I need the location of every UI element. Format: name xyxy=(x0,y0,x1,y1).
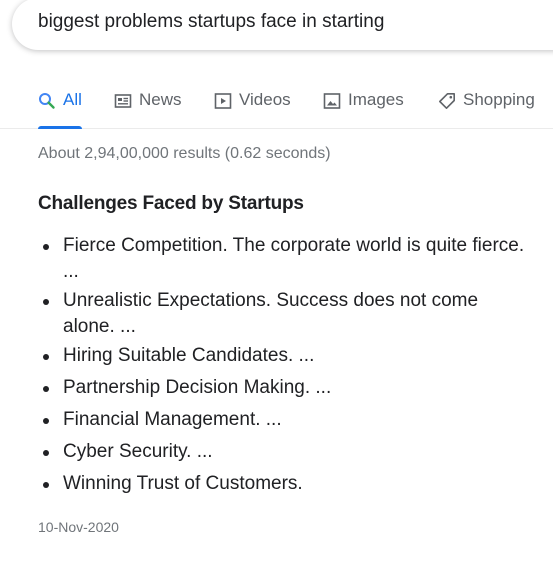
snippet-list: Fierce Competition. The corporate world … xyxy=(40,230,553,500)
list-item-text: Partnership Decision Making. ... xyxy=(63,377,332,398)
list-item-text: Winning Trust of Customers. xyxy=(63,473,303,494)
list-item-text: Fierce Competition. The corporate world … xyxy=(63,235,525,256)
tab-label: Shopping xyxy=(463,90,535,109)
image-icon xyxy=(323,92,341,110)
search-input[interactable]: biggest problems startups face in starti… xyxy=(38,11,384,33)
snippet-date: 10-Nov-2020 xyxy=(38,519,119,535)
search-results-page: biggest problems startups face in starti… xyxy=(0,0,553,569)
tab-label: All xyxy=(63,90,82,109)
list-item-text: Cyber Security. ... xyxy=(63,441,213,462)
tab-images[interactable]: Images xyxy=(323,90,404,128)
tab-news[interactable]: News xyxy=(114,90,182,128)
tab-label: News xyxy=(139,90,182,109)
tab-shopping[interactable]: Shopping xyxy=(438,90,535,128)
list-item-text: Unrealistic Expectations. Success does n… xyxy=(63,290,479,311)
list-item-text: Hiring Suitable Candidates. ... xyxy=(63,345,315,366)
video-icon xyxy=(214,92,232,110)
tab-all[interactable]: All xyxy=(38,90,82,129)
list-item: Fierce Competition. The corporate world … xyxy=(40,230,553,285)
list-item: Unrealistic Expectations. Success does n… xyxy=(40,285,553,340)
list-item-continuation: alone. ... xyxy=(63,316,136,337)
result-stats: About 2,94,00,000 results (0.62 seconds) xyxy=(38,145,331,162)
snippet-heading: Challenges Faced by Startups xyxy=(38,193,304,214)
list-item-text: Financial Management. ... xyxy=(63,409,282,430)
search-icon xyxy=(38,92,56,110)
tab-label: Videos xyxy=(239,90,291,109)
active-tab-indicator xyxy=(38,126,82,129)
list-item: Winning Trust of Customers. xyxy=(40,468,553,500)
search-tabs: All News Videos Images Shopping xyxy=(0,84,553,129)
list-item: Financial Management. ... xyxy=(40,404,553,436)
news-icon xyxy=(114,92,132,110)
list-item-continuation: ... xyxy=(63,261,79,282)
list-item: Cyber Security. ... xyxy=(40,436,553,468)
list-item: Partnership Decision Making. ... xyxy=(40,372,553,404)
tag-icon xyxy=(438,92,456,110)
list-item: Hiring Suitable Candidates. ... xyxy=(40,340,553,372)
tab-label: Images xyxy=(348,90,404,109)
tab-videos[interactable]: Videos xyxy=(214,90,291,128)
search-box[interactable]: biggest problems startups face in starti… xyxy=(12,0,553,50)
